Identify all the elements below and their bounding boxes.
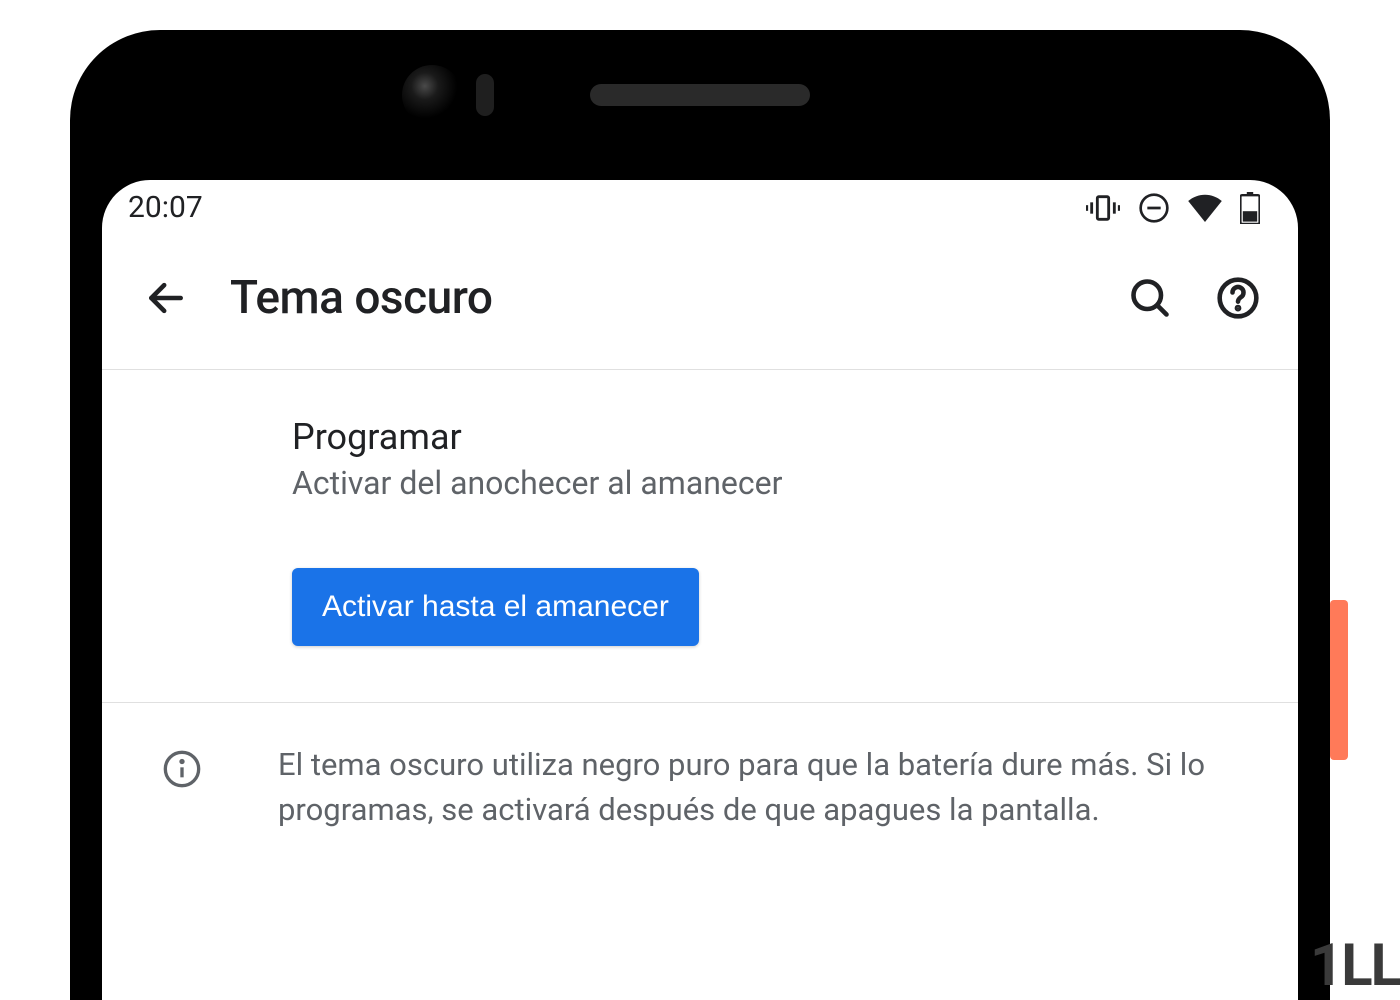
- activate-until-sunrise-button[interactable]: Activar hasta el amanecer: [292, 568, 699, 646]
- vibrate-icon: [1086, 193, 1120, 223]
- status-icons: [1086, 192, 1260, 224]
- info-row: El tema oscuro utiliza negro puro para q…: [102, 703, 1298, 873]
- content: Programar Activar del anochecer al amane…: [102, 370, 1298, 873]
- wifi-icon: [1188, 194, 1222, 222]
- status-time: 20:07: [128, 190, 203, 225]
- status-bar: 20:07: [102, 180, 1298, 231]
- schedule-subtitle: Activar del anochecer al amanecer: [292, 464, 1258, 502]
- power-button: [1330, 600, 1348, 760]
- search-button[interactable]: [1126, 274, 1174, 322]
- watermark: 1LL: [1310, 932, 1400, 1000]
- app-bar: Tema oscuro: [102, 231, 1298, 369]
- info-text: El tema oscuro utiliza negro puro para q…: [278, 743, 1258, 833]
- phone-frame: 20:07: [70, 30, 1330, 1000]
- help-button[interactable]: [1214, 274, 1262, 322]
- back-button[interactable]: [142, 274, 190, 322]
- page-title: Tema oscuro: [230, 271, 1086, 325]
- schedule-setting[interactable]: Programar Activar del anochecer al amane…: [102, 370, 1298, 512]
- phone-bezel: 20:07: [102, 62, 1298, 1000]
- do-not-disturb-icon: [1138, 192, 1170, 224]
- earpiece-speaker: [590, 84, 810, 106]
- screen: 20:07: [102, 180, 1298, 1000]
- action-row: Activar hasta el amanecer: [102, 512, 1298, 702]
- info-icon: [162, 749, 202, 793]
- battery-icon: [1240, 192, 1260, 224]
- proximity-sensor: [476, 74, 494, 116]
- help-icon: [1216, 276, 1260, 320]
- front-camera: [402, 65, 462, 125]
- schedule-title: Programar: [292, 416, 1258, 458]
- search-icon: [1128, 276, 1172, 320]
- phone-hardware: [102, 84, 1298, 106]
- arrow-left-icon: [144, 276, 188, 320]
